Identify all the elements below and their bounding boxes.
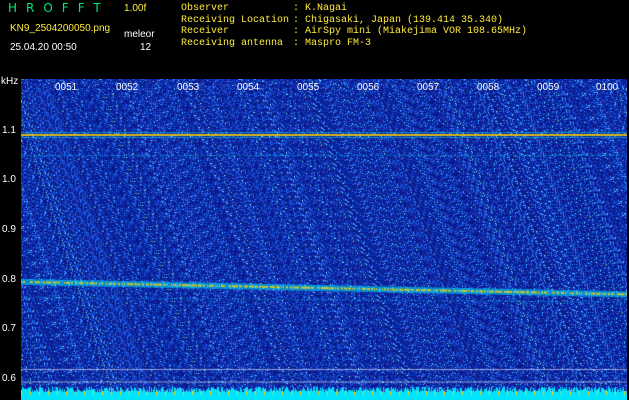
version-label: 1.00f bbox=[124, 3, 147, 14]
time-tick-label: 0055 bbox=[297, 82, 320, 93]
info-key: Receiving Location bbox=[181, 14, 290, 26]
time-tick-label: 0051 bbox=[55, 82, 78, 93]
time-tick-label: 0058 bbox=[477, 82, 500, 93]
info-key: Receiver bbox=[181, 26, 230, 37]
info-key: Receiving antenna bbox=[181, 37, 284, 49]
datetime-label: 25.04.20 00:50 bbox=[10, 42, 77, 53]
header-panel: HROFFT 1.00f KN9_2504200050.png meleor 2… bbox=[0, 0, 629, 78]
y-tick-label: 0.6 bbox=[2, 373, 16, 384]
time-tick-label: 0059 bbox=[537, 82, 560, 93]
info-row-antenna: Receiving antenna: Maspro FM-3 bbox=[181, 37, 372, 49]
info-row-location: Receiving Location: Chigasaki, Japan (139… bbox=[181, 14, 504, 26]
time-tick-label: 0053 bbox=[177, 82, 200, 93]
info-value: Maspro FM-3 bbox=[305, 37, 372, 49]
y-tick-label: 1.0 bbox=[2, 174, 16, 185]
info-value: AirSpy mini (Miakejima VOR 108.65MHz) bbox=[305, 26, 528, 37]
y-tick-label: 0.8 bbox=[2, 274, 16, 285]
time-tick-label: 0056 bbox=[357, 82, 380, 93]
station-info: Observer: K.Nagai Receiving Location: Chig… bbox=[181, 3, 527, 49]
filename-label: KN9_2504200050.png bbox=[10, 23, 111, 34]
info-value: K.Nagai bbox=[305, 3, 348, 14]
y-unit-label: kHz bbox=[1, 76, 19, 87]
y-tick-label: 1.1 bbox=[2, 125, 16, 136]
time-tick-label: 0100 bbox=[596, 82, 619, 93]
meleor-count: 12 bbox=[140, 42, 152, 53]
spectrogram-canvas bbox=[21, 79, 627, 400]
info-row-observer: Observer: K.Nagai bbox=[181, 3, 348, 14]
y-tick-label: 0.9 bbox=[2, 224, 16, 235]
time-tick-label: 0052 bbox=[116, 82, 139, 93]
time-tick-label: 0054 bbox=[237, 82, 260, 93]
info-row-receiver: Receiver: AirSpy mini (Miakejima VOR 108.… bbox=[181, 26, 528, 37]
app-title: HROFFT bbox=[8, 1, 110, 15]
time-tick-label: 0057 bbox=[417, 82, 440, 93]
y-tick-label: 0.7 bbox=[2, 323, 16, 334]
meleor-label: meleor bbox=[124, 29, 155, 40]
info-value: Chigasaki, Japan (139.414 35.340) bbox=[305, 14, 504, 26]
info-key: Observer bbox=[181, 3, 230, 14]
